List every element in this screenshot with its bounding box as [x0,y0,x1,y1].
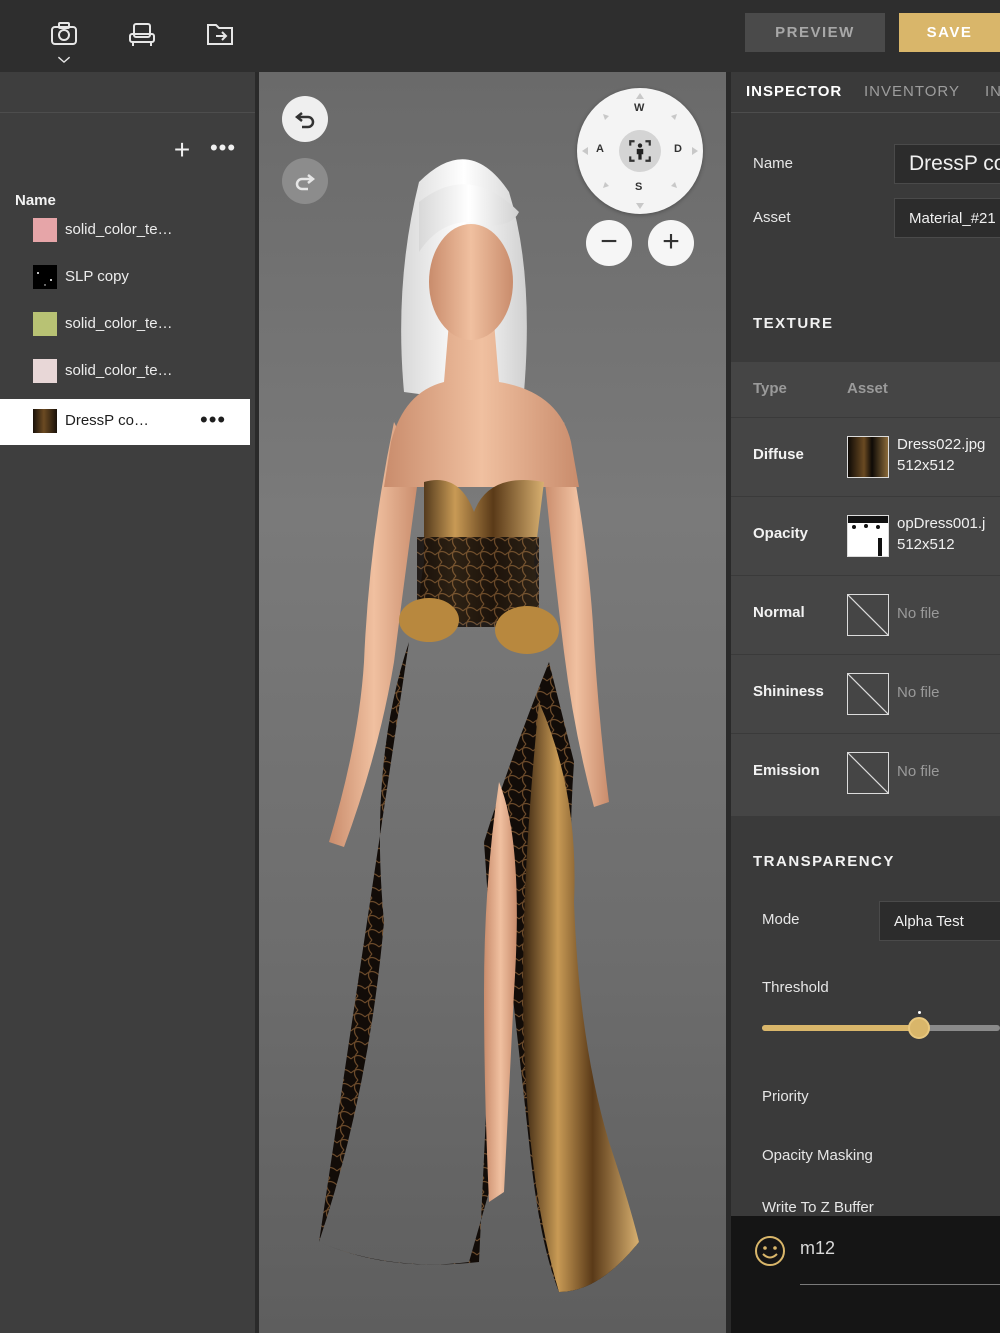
list-item-selected[interactable]: DressP co… ••• [0,399,250,445]
texture-type-label: Opacity [753,525,809,542]
empty-texture-icon[interactable] [847,752,889,794]
list-item[interactable]: solid_color_te… [0,302,250,348]
texture-section-title: TEXTURE [753,315,834,332]
tab-inventory[interactable]: INVENTORY [864,83,960,100]
mode-label: Mode [762,911,800,928]
empty-texture-icon[interactable] [847,673,889,715]
slider-handle[interactable] [908,1017,930,1039]
list-item[interactable]: solid_color_te… [0,208,250,254]
chevron-down-icon[interactable] [49,50,79,70]
compass-north-label[interactable]: W [634,102,644,114]
texture-table: Type Asset Diffuse Dress022.jpg 512x512 … [731,362,1000,816]
list-item-label: solid_color_te… [65,221,173,238]
texture-header-asset: Asset [847,380,888,397]
chat-bar: m12 [731,1216,1000,1333]
chat-input-underline [800,1284,1000,1285]
write-z-buffer-label: Write To Z Buffer [762,1199,874,1216]
smiley-icon[interactable] [753,1234,787,1268]
texture-thumbnail [33,409,57,433]
add-button[interactable]: + [170,136,194,164]
texture-thumbnail [33,265,57,289]
texture-row-normal[interactable]: Normal No file [731,575,1000,654]
item-more-button[interactable]: ••• [200,407,226,433]
texture-file-size: 512x512 [897,457,955,474]
threshold-slider[interactable] [762,1011,1000,1039]
texture-file-name: No file [897,684,940,701]
list-item[interactable]: SLP copy [0,255,250,301]
opacity-masking-label: Opacity Masking [762,1147,873,1164]
texture-thumbnail[interactable] [847,436,889,478]
inspector-panel: INSPECTOR INVENTORY IN Name DressP co As… [731,72,1000,1333]
color-swatch [33,359,57,383]
slider-fill [762,1025,919,1031]
texture-row-shininess[interactable]: Shininess No file [731,654,1000,733]
texture-thumbnail[interactable] [847,515,889,557]
camera-icon[interactable] [44,14,84,54]
texture-row-opacity[interactable]: Opacity opDress001.j 512x512 [731,496,1000,575]
preview-button[interactable]: PREVIEW [745,13,885,52]
asset-label: Asset [753,209,791,226]
texture-file-name: Dress022.jpg [897,436,986,453]
priority-label: Priority [762,1088,809,1105]
undo-button[interactable] [282,96,328,142]
texture-file-name: opDress001.j [897,515,986,532]
inspector-tabs: INSPECTOR INVENTORY IN [731,72,1000,113]
empty-texture-icon[interactable] [847,594,889,636]
list-item-label: SLP copy [65,268,129,285]
texture-type-label: Shininess [753,683,824,700]
texture-row-diffuse[interactable]: Diffuse Dress022.jpg 512x512 [731,417,1000,496]
texture-type-label: Normal [753,604,805,621]
texture-type-label: Emission [753,762,820,779]
name-label: Name [753,155,794,172]
column-header-name: Name [15,192,56,209]
color-swatch [33,312,57,336]
texture-file-size: 512x512 [897,536,955,553]
threshold-label: Threshold [762,979,829,996]
list-item-label: DressP co… [65,412,149,429]
avatar-model[interactable] [309,142,669,1302]
texture-row-emission[interactable]: Emission No file [731,733,1000,812]
mode-select[interactable]: Alpha Test [879,901,1000,941]
save-button[interactable]: SAVE [899,13,1000,52]
export-icon[interactable] [200,14,240,54]
asset-field[interactable]: Material_#21 [894,198,1000,238]
texture-type-label: Diffuse [753,446,804,463]
name-field[interactable]: DressP co [894,144,1000,184]
chat-input[interactable]: m12 [800,1238,835,1259]
list-item-label: solid_color_te… [65,362,173,379]
list-item-label: solid_color_te… [65,315,173,332]
more-options-button[interactable]: ••• [208,136,238,164]
panel-header [0,72,255,113]
texture-file-name: No file [897,605,940,622]
compass-east-label[interactable]: D [674,143,682,155]
tab-inspector[interactable]: INSPECTOR [746,83,842,100]
slider-tick [918,1011,921,1014]
transparency-section-title: TRANSPARENCY [753,853,895,870]
tab-more[interactable]: IN [985,83,1000,100]
texture-header-type: Type [753,380,787,397]
color-swatch [33,218,57,242]
list-item[interactable]: solid_color_te… [0,349,250,395]
materials-panel: + ••• Name solid_color_te… SLP copy soli… [0,72,255,1333]
texture-file-name: No file [897,763,940,780]
furniture-icon[interactable] [122,14,162,54]
top-toolbar: PREVIEW SAVE [0,0,1000,72]
3d-viewport[interactable]: W A D S − + [259,72,726,1333]
